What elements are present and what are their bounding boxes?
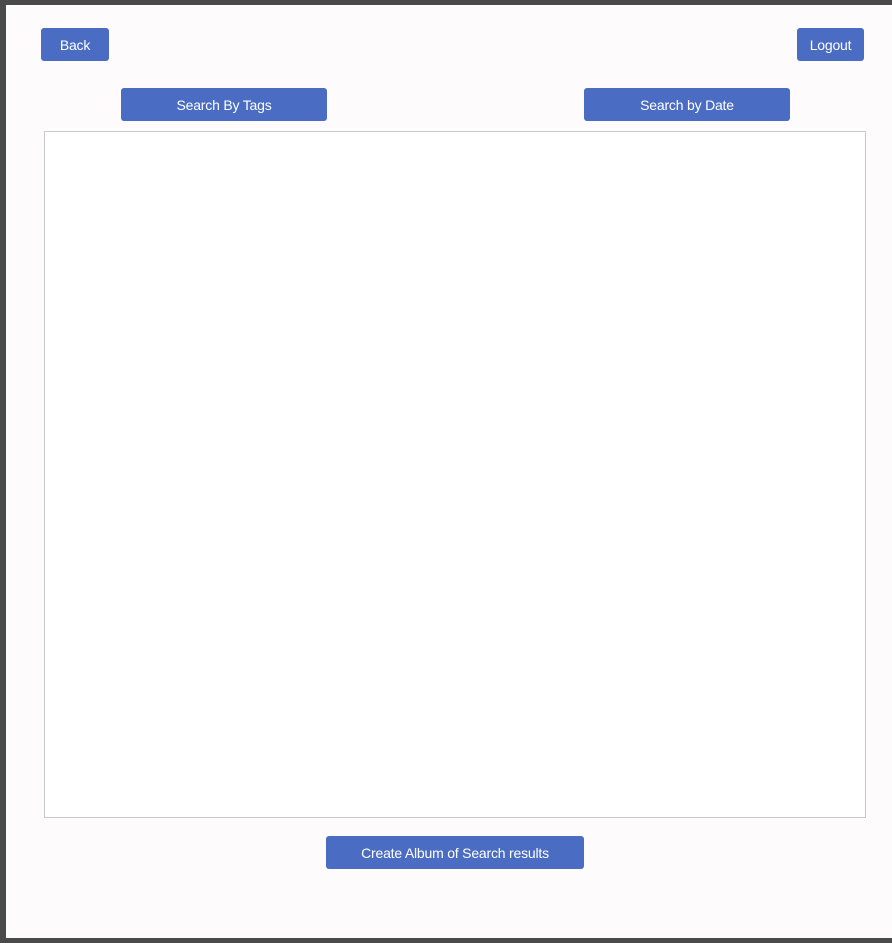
search-results-list[interactable]	[44, 131, 866, 818]
search-by-date-button[interactable]: Search by Date	[584, 88, 790, 121]
logout-button[interactable]: Logout	[797, 28, 864, 61]
create-album-button[interactable]: Create Album of Search results	[326, 836, 584, 869]
back-button[interactable]: Back	[41, 28, 109, 61]
search-window: Back Logout Search By Tags Search by Dat…	[6, 5, 892, 938]
search-by-tags-button[interactable]: Search By Tags	[121, 88, 327, 121]
